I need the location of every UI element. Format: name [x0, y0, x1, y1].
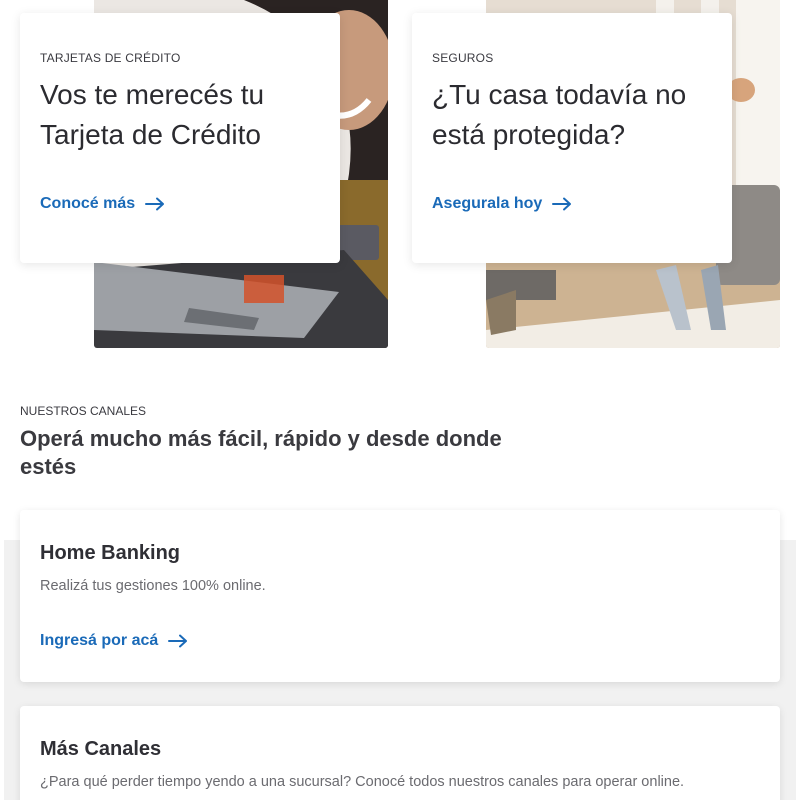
channel-description: Realizá tus gestiones 100% online. — [40, 578, 266, 594]
link-label: Asegurala hoy — [432, 195, 543, 212]
channel-title: Home Banking — [40, 542, 181, 564]
promo-eyebrow: SEGUROS — [432, 51, 494, 65]
ingresa-por-aca-link[interactable]: Ingresá por acá — [40, 632, 188, 650]
arrow-right-icon — [168, 634, 188, 648]
promo-title: Vos te merecés tu Tarjeta de Crédito — [40, 79, 265, 150]
credit-card-promo-card: TARJETAS DE CRÉDITO Vos te merecés tu Ta… — [20, 13, 340, 263]
section-title: Operá mucho más fácil, rápido y desde do… — [20, 426, 502, 479]
promo-eyebrow: TARJETAS DE CRÉDITO — [40, 51, 181, 65]
mas-canales-card: Más Canales ¿Para qué perder tiempo yend… — [20, 706, 780, 800]
channel-title: Más Canales — [40, 738, 162, 760]
conoce-mas-link[interactable]: Conocé más — [40, 195, 165, 213]
promo-title: ¿Tu casa todavía no está protegida? — [432, 79, 687, 150]
channel-description: ¿Para qué perder tiempo yendo a una sucu… — [40, 774, 685, 790]
arrow-right-icon — [552, 197, 572, 211]
asegurala-hoy-link[interactable]: Asegurala hoy — [432, 195, 572, 213]
arrow-right-icon — [145, 197, 165, 211]
home-insurance-promo-card: SEGUROS ¿Tu casa todavía no está protegi… — [412, 13, 732, 263]
section-eyebrow: NUESTROS CANALES — [20, 404, 147, 418]
link-label: Conocé más — [40, 195, 136, 212]
link-label: Ingresá por acá — [40, 632, 159, 649]
home-banking-card: Home Banking Realizá tus gestiones 100% … — [20, 510, 780, 682]
